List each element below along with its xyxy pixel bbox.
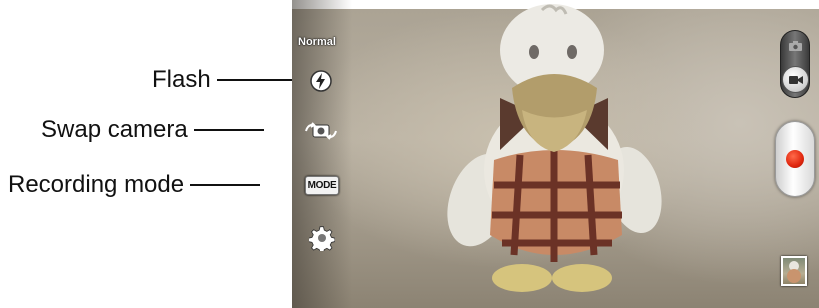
- camera-icon: [789, 41, 802, 51]
- gallery-thumbnail[interactable]: [781, 256, 807, 286]
- swap-camera-button[interactable]: [304, 122, 338, 140]
- thumbnail-image: [787, 261, 801, 283]
- camera-viewfinder[interactable]: [292, 0, 819, 308]
- record-icon: [786, 150, 804, 168]
- flash-callout: Flash: [152, 66, 293, 94]
- record-button[interactable]: [775, 121, 815, 197]
- gear-icon: [308, 226, 336, 254]
- switch-knob[interactable]: [782, 66, 809, 93]
- settings-button[interactable]: [308, 225, 336, 254]
- scene-mode-label[interactable]: Normal: [298, 36, 336, 48]
- swap-camera-callout-line: [193, 129, 264, 131]
- flash-button[interactable]: [309, 69, 333, 93]
- camera-video-switch[interactable]: [780, 30, 810, 98]
- flash-callout-line: [216, 79, 293, 81]
- swap-camera-icon: [305, 122, 337, 140]
- recording-mode-callout: Recording mode: [8, 171, 261, 199]
- swap-camera-callout: Swap camera: [41, 116, 264, 144]
- recording-mode-callout-label: Recording mode: [8, 171, 185, 198]
- flash-callout-label: Flash: [152, 66, 211, 93]
- flash-auto-icon: [310, 70, 332, 92]
- recording-mode-callout-line: [190, 184, 261, 186]
- toy-duck-subject: [447, 4, 662, 292]
- video-camera-icon: [788, 75, 803, 84]
- recording-mode-button[interactable]: MODE: [305, 176, 339, 195]
- swap-camera-callout-label: Swap camera: [41, 116, 188, 143]
